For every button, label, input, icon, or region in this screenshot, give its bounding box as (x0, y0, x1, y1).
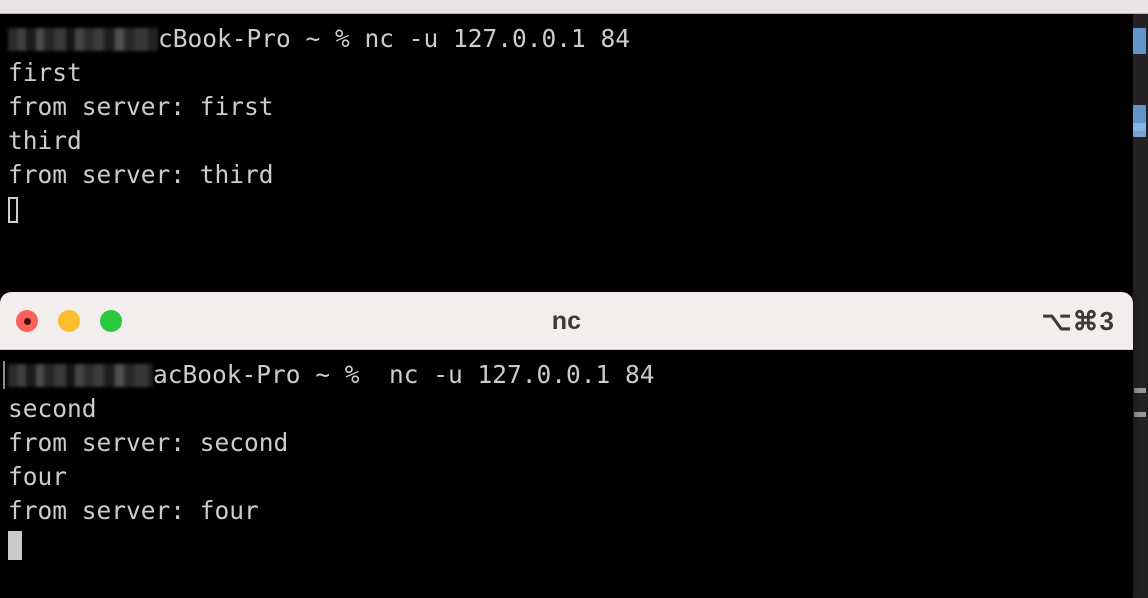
background-window-accent-mark (1133, 28, 1146, 54)
terminal-window-front[interactable]: nc ⌥⌘3 acBook-Pro ~ % nc -u 127.0.0.1 84… (0, 292, 1133, 598)
close-button[interactable] (16, 310, 38, 332)
background-window-scroll-mark (1134, 388, 1146, 393)
terminal-output-back[interactable]: cBook-Pro ~ % nc -u 127.0.0.1 84 first f… (0, 14, 630, 226)
traffic-light-group (16, 310, 122, 332)
window-shortcut-badge: ⌥⌘3 (1041, 305, 1115, 336)
terminal-output-front[interactable]: acBook-Pro ~ % nc -u 127.0.0.1 84 second… (0, 350, 1133, 598)
terminal-window-back[interactable]: cBook-Pro ~ % nc -u 127.0.0.1 84 first f… (0, 14, 1133, 292)
terminal-line-output: four (8, 462, 68, 491)
terminal-line-prompt: acBook-Pro ~ % nc -u 127.0.0.1 84 (3, 358, 1133, 392)
partial-titlebar-above[interactable] (0, 0, 1148, 14)
window-title: nc (551, 306, 582, 335)
redacted-hostname (8, 364, 153, 387)
terminal-line-output: from server: four (8, 496, 259, 525)
redacted-hostname (8, 28, 158, 51)
background-window-scroll-mark (1134, 412, 1146, 417)
background-window-edge[interactable] (1132, 0, 1148, 598)
window-titlebar[interactable]: nc ⌥⌘3 (0, 292, 1133, 350)
terminal-line-output: from server: second (8, 428, 289, 457)
terminal-cursor-line-front (8, 528, 1133, 562)
minimize-button[interactable] (58, 310, 80, 332)
terminal-prompt-text: cBook-Pro ~ % nc -u 127.0.0.1 84 (158, 24, 631, 53)
text-cursor-active-icon (8, 531, 22, 560)
background-window-accent-mark (1133, 123, 1146, 137)
terminal-line-output: first (8, 58, 82, 87)
terminal-prompt-text: acBook-Pro ~ % nc -u 127.0.0.1 84 (153, 360, 655, 389)
terminal-cursor-line-back (8, 192, 630, 226)
zoom-button[interactable] (100, 310, 122, 332)
terminal-line-output: from server: first (8, 92, 274, 121)
terminal-line-output: from server: third (8, 160, 274, 189)
text-cursor-inactive-icon (8, 197, 18, 223)
terminal-line-output: third (8, 126, 82, 155)
terminal-line-output: second (8, 394, 97, 423)
prompt-gutter-mark-icon (3, 361, 5, 389)
terminal-line-prompt: cBook-Pro ~ % nc -u 127.0.0.1 84 (8, 22, 630, 56)
